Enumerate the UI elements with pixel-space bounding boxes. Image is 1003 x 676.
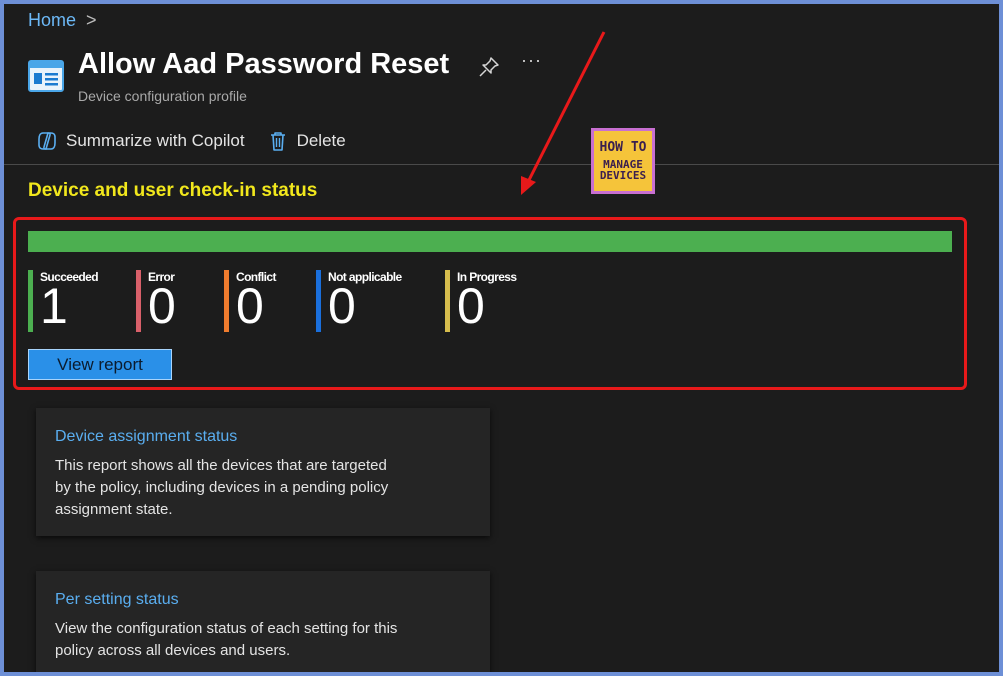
view-report-button[interactable]: View report	[28, 349, 172, 380]
stat-value: 0	[457, 278, 485, 334]
card-description: View the configuration status of each se…	[55, 620, 398, 659]
copilot-icon	[38, 132, 56, 150]
chevron-right-icon: >	[86, 10, 97, 30]
page-subtitle: Device configuration profile	[78, 88, 247, 104]
stat-succeeded[interactable]: Succeeded 1	[28, 270, 99, 334]
breadcrumb-home-link[interactable]: Home	[28, 10, 76, 31]
stat-conflict[interactable]: Conflict 0	[224, 270, 276, 332]
summarize-copilot-label: Summarize with Copilot	[66, 131, 245, 150]
command-bar: Summarize with Copilot Delete	[36, 130, 368, 152]
delete-button[interactable]: Delete	[267, 130, 346, 152]
page-title: Allow Aad Password Reset	[78, 48, 450, 80]
summarize-copilot-button[interactable]: Summarize with Copilot	[36, 130, 245, 152]
divider	[4, 164, 999, 165]
breadcrumb: Home >	[28, 10, 97, 31]
stat-in-progress[interactable]: In Progress 0	[445, 270, 517, 334]
report-card-per-setting[interactable]: Per setting status View the configuratio…	[36, 571, 490, 672]
trash-icon	[270, 132, 285, 151]
status-progress-bar	[28, 231, 952, 252]
delete-label: Delete	[296, 131, 346, 150]
stat-not-applicable[interactable]: Not applicable 0	[316, 270, 402, 332]
pin-icon[interactable]	[478, 56, 500, 78]
more-options-icon[interactable]: ···	[521, 50, 542, 71]
stat-value: 0	[328, 278, 356, 334]
stat-value: 0	[236, 278, 264, 334]
profile-icon	[28, 60, 64, 92]
page-frame: Home > Allow Aad Password Reset ··· Devi…	[4, 4, 999, 672]
stat-error[interactable]: Error 0	[136, 270, 176, 332]
progress-fill-succeeded	[28, 231, 952, 252]
how-to-manage-devices-logo: HOW TO MANAGE DEVICES	[591, 128, 655, 194]
section-title: Device and user check-in status	[28, 180, 318, 201]
logo-line-1: HOW TO	[599, 140, 647, 155]
card-description: This report shows all the devices that a…	[55, 457, 389, 518]
card-title-link[interactable]: Device assignment status	[55, 428, 237, 446]
logo-line-3: DEVICES	[599, 169, 647, 182]
stat-value: 0	[148, 278, 176, 334]
report-card-device-assignment[interactable]: Device assignment status This report sho…	[36, 408, 490, 536]
card-title-link[interactable]: Per setting status	[55, 591, 179, 609]
stat-value: 1	[40, 278, 68, 334]
